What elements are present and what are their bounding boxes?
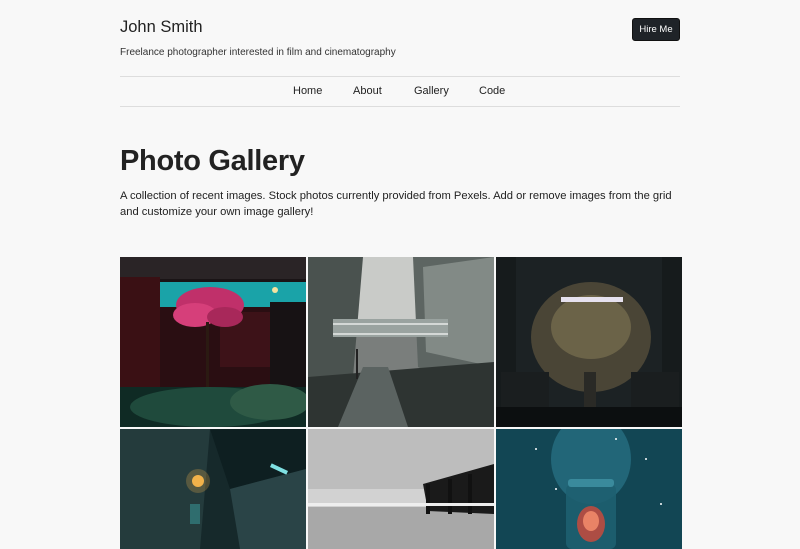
page-title: Photo Gallery [120,145,305,177]
photo-grid [120,257,682,549]
gallery-photo-6[interactable] [496,429,682,549]
gallery-photo-4[interactable] [120,429,306,549]
gallery-photo-1[interactable] [120,257,306,427]
site-title[interactable]: John Smith [120,18,203,37]
gallery-photo-3[interactable] [496,257,682,427]
gallery-photo-2[interactable] [308,257,494,427]
nav-code[interactable]: Code [479,85,505,97]
page-intro: A collection of recent images. Stock pho… [120,190,672,218]
nav-about[interactable]: About [353,85,382,97]
nav-gallery[interactable]: Gallery [414,85,449,97]
main-nav: Home About Gallery Code [120,76,680,107]
gallery-photo-5[interactable] [308,429,494,549]
site-tagline: Freelance photographer interested in fil… [120,47,396,58]
hire-me-button[interactable]: Hire Me [632,18,680,41]
nav-home[interactable]: Home [293,85,322,97]
